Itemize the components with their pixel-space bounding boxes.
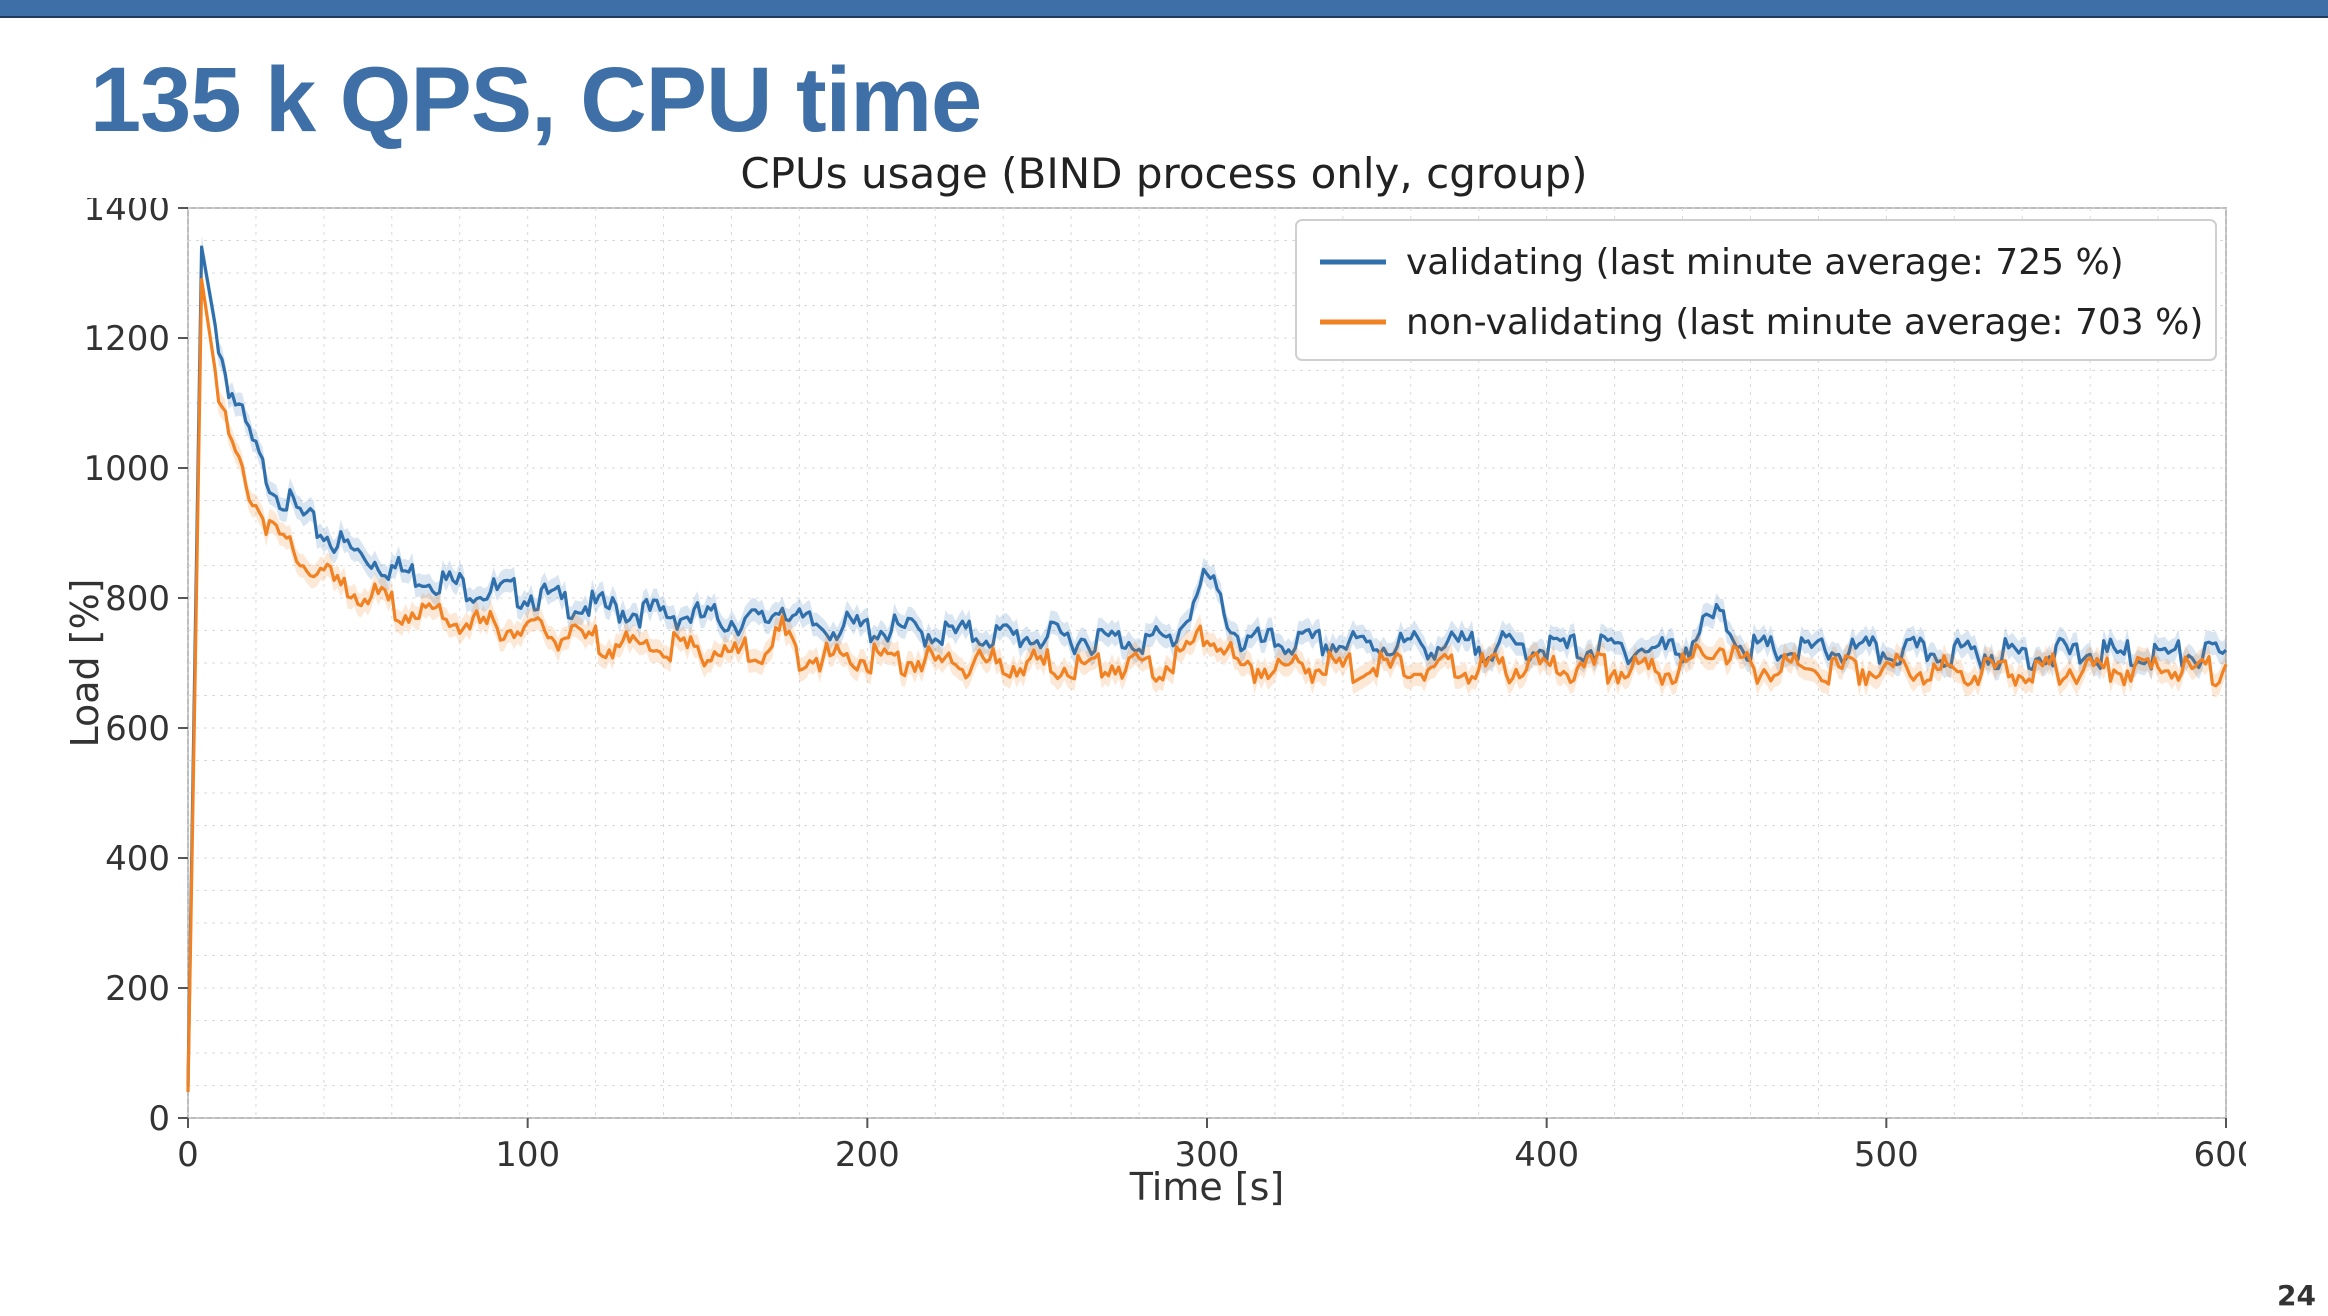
svg-text:Load [%]: Load [%] xyxy=(63,579,107,748)
svg-text:0: 0 xyxy=(148,1099,170,1139)
svg-text:800: 800 xyxy=(105,579,170,619)
svg-text:1400: 1400 xyxy=(83,198,170,229)
svg-text:100: 100 xyxy=(495,1135,560,1175)
svg-text:500: 500 xyxy=(1854,1135,1919,1175)
svg-text:non-validating (last minute av: non-validating (last minute average: 703… xyxy=(1406,302,2203,343)
page-number: 24 xyxy=(2277,1279,2316,1312)
svg-text:200: 200 xyxy=(105,969,170,1009)
svg-text:600: 600 xyxy=(2194,1135,2246,1175)
slide-title: 135 k QPS, CPU time xyxy=(90,48,2258,153)
svg-text:400: 400 xyxy=(105,839,170,879)
svg-text:1000: 1000 xyxy=(83,449,170,489)
chart-container: 0100200300400500600020040060080010001200… xyxy=(58,198,2246,1218)
slide-body: 135 k QPS, CPU time CPUs usage (BIND pro… xyxy=(0,18,2328,1228)
svg-text:400: 400 xyxy=(1514,1135,1579,1175)
svg-text:validating (last minute averag: validating (last minute average: 725 %) xyxy=(1406,242,2124,283)
svg-text:0: 0 xyxy=(177,1135,199,1175)
chart-title: CPUs usage (BIND process only, cgroup) xyxy=(70,149,2258,198)
svg-text:600: 600 xyxy=(105,709,170,749)
slide-top-accent-bar xyxy=(0,0,2328,18)
line-chart: 0100200300400500600020040060080010001200… xyxy=(58,198,2246,1218)
svg-text:1200: 1200 xyxy=(83,319,170,359)
svg-text:200: 200 xyxy=(835,1135,900,1175)
svg-text:Time [s]: Time [s] xyxy=(1129,1165,1285,1209)
